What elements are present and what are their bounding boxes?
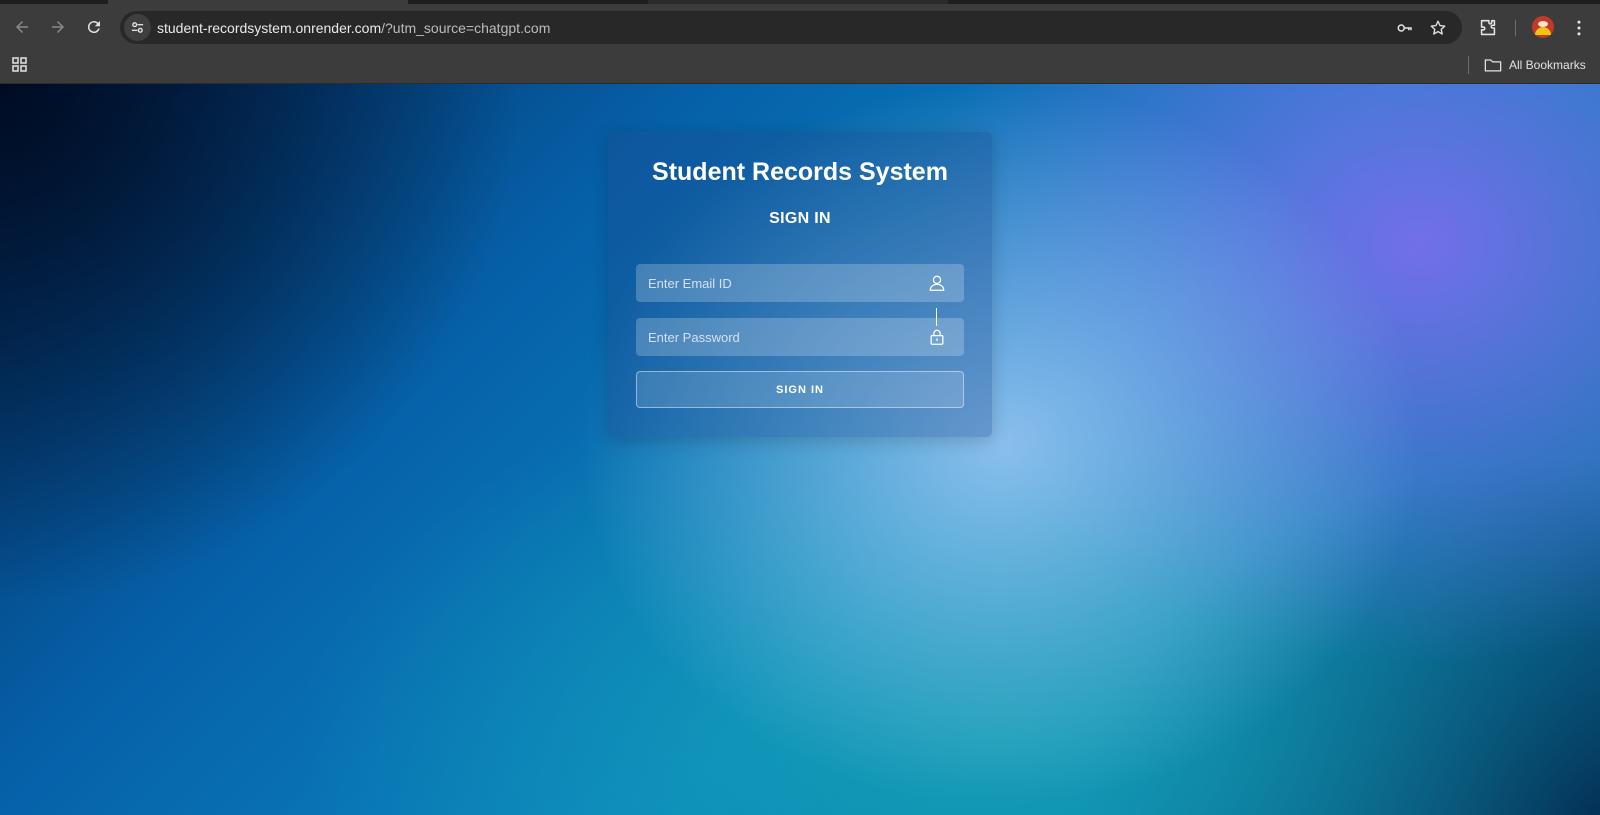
forward-button[interactable] [44,13,72,41]
arrow-right-icon [52,21,64,33]
password-input[interactable] [636,318,926,356]
reload-button[interactable] [80,13,108,41]
lock-icon [930,329,944,345]
avatar[interactable] [1532,16,1554,38]
page-viewport: Student Records System SIGN IN SIGN IN [0,84,1600,815]
email-input[interactable] [636,264,926,302]
bookmarks-divider [1468,56,1469,74]
key-icon[interactable] [1395,18,1415,38]
login-card: Student Records System SIGN IN SIGN IN [608,132,992,437]
email-field[interactable] [636,264,964,302]
star-icon[interactable] [1428,18,1448,38]
kebab-menu-icon[interactable] [1568,16,1590,40]
reload-icon [87,21,100,34]
toolbar-divider [1515,20,1516,36]
all-bookmarks-label: All Bookmarks [1509,58,1586,72]
url-host: student-recordsystem.onrender.com [157,20,382,36]
text-cursor [936,308,937,326]
tune-icon [131,22,144,33]
password-field[interactable] [636,308,964,356]
url-path: /?utm_source=chatgpt.com [381,20,551,36]
site-info-button[interactable] [124,14,151,41]
page-title: Student Records System [652,158,948,186]
folder-icon [1484,59,1502,72]
puzzle-icon[interactable] [1477,17,1499,39]
all-bookmarks-button[interactable]: All Bookmarks [1484,54,1586,76]
address-bar[interactable]: student-recordsystem.onrender.com/?utm_s… [120,11,1462,44]
back-button[interactable] [8,13,36,41]
sign-in-button[interactable]: SIGN IN [636,371,964,408]
url-text[interactable]: student-recordsystem.onrender.com/?utm_s… [157,20,550,36]
sign-in-heading: SIGN IN [769,210,831,227]
grid-icon[interactable] [10,55,30,75]
bookmarks-bar: All Bookmarks [0,48,1600,84]
user-icon [929,275,945,291]
arrow-left-icon [16,21,28,33]
browser-toolbar: student-recordsystem.onrender.com/?utm_s… [0,4,1600,48]
